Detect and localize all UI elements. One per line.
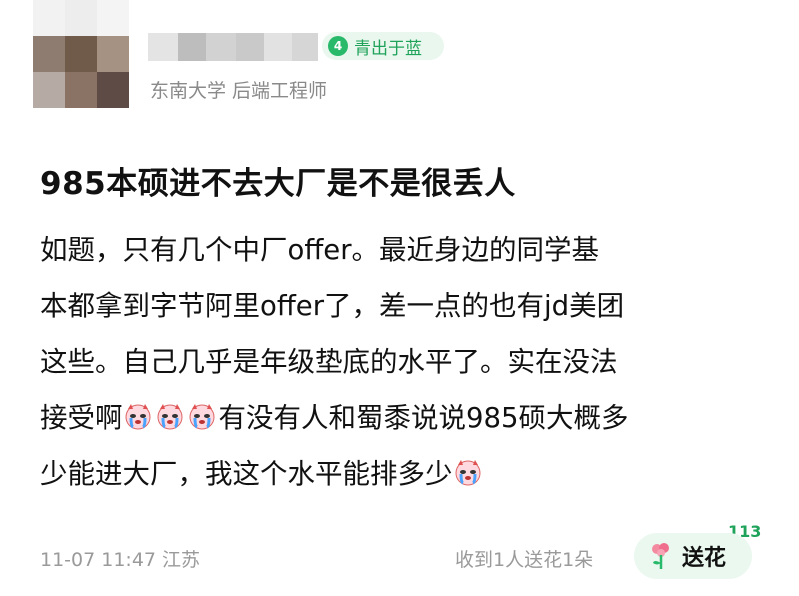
crying-devil-emoji-icon [189, 404, 214, 430]
post-text: 少能进大厂，我这个水平能排多少 [40, 458, 453, 490]
post-line: 如题，只有几个中厂offer。最近身边的同学基 [40, 234, 599, 266]
author-subtitle: 东南大学 后端工程师 [150, 80, 328, 102]
level-number: 4 [328, 36, 348, 56]
post-timestamp: 11-07 11:47 江苏 [40, 549, 201, 571]
username-blurred[interactable] [148, 33, 318, 61]
post-text: 有没有人和蜀黍说说985硕大概多 [218, 402, 629, 434]
flower-icon [652, 543, 669, 569]
level-badge: 4 青出于蓝 [322, 32, 444, 60]
level-label: 青出于蓝 [354, 38, 422, 59]
post-line: 这些。自己几乎是年级垫底的水平了。实在没法 [40, 346, 618, 378]
post-line: 本都拿到字节阿里offer了，差一点的也有jd美团 [40, 290, 625, 322]
post-body: 如题，只有几个中厂offer。最近身边的同学基 本都拿到字节阿里offer了，差… [40, 222, 780, 502]
post-line-with-emoji: 接受啊 有没有人和蜀黍说说985硕大概多 [40, 390, 780, 446]
crying-devil-emoji-icon [157, 404, 182, 430]
flowers-received[interactable]: 收到1人送花1朵 [455, 545, 593, 572]
crying-devil-emoji-icon [455, 460, 480, 486]
crying-devil-emoji-icon [125, 404, 150, 430]
send-flower-button[interactable]: 送花 [634, 533, 752, 579]
avatar[interactable] [33, 0, 129, 112]
post-text: 接受啊 [40, 402, 123, 434]
post-title: 985本硕进不去大厂是不是很丢人 [40, 166, 516, 202]
send-flower-label: 送花 [682, 546, 727, 571]
post-line-with-emoji: 少能进大厂，我这个水平能排多少 [40, 446, 780, 502]
